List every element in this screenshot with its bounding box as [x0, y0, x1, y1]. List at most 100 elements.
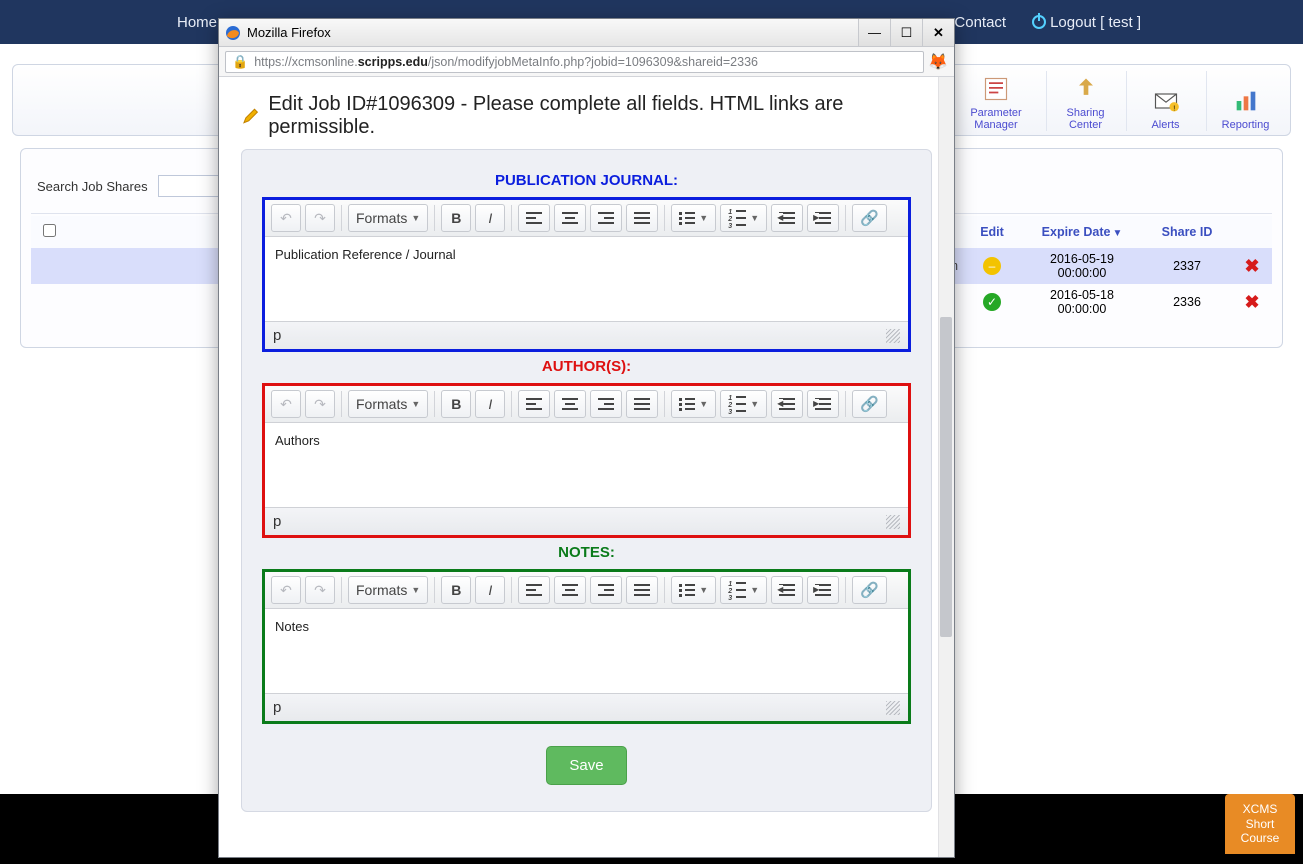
editor-status-path[interactable]: p: [273, 699, 281, 716]
delete-icon[interactable]: ✖: [1244, 292, 1259, 312]
ribbon-parameter-manager[interactable]: Parameter Manager: [948, 71, 1044, 131]
editor-notes: ↶ ↷ Formats▼ B I ▼ 123▼: [262, 569, 911, 724]
cell-expire: 2016-05-19 00:00:00: [1022, 248, 1142, 284]
italic-button[interactable]: I: [475, 204, 505, 232]
svg-text:!: !: [1173, 105, 1175, 112]
formats-dropdown[interactable]: Formats▼: [348, 204, 428, 232]
insert-link-button[interactable]: 🔗: [852, 576, 887, 604]
window-close-button[interactable]: ✕: [922, 19, 954, 46]
window-maximize-button[interactable]: ☐: [890, 19, 922, 46]
window-titlebar[interactable]: Mozilla Firefox — ☐ ✕: [219, 19, 954, 47]
search-label: Search Job Shares: [37, 179, 148, 194]
ribbon-alerts[interactable]: ! Alerts: [1126, 71, 1204, 131]
align-left-button[interactable]: [518, 576, 550, 604]
window-title: Mozilla Firefox: [247, 25, 331, 40]
delete-icon[interactable]: ✖: [1244, 256, 1259, 276]
italic-button[interactable]: I: [475, 576, 505, 604]
resize-grip-icon[interactable]: [886, 515, 900, 529]
editor-content[interactable]: Notes: [265, 609, 908, 693]
nav-logout[interactable]: Logout [ test ]: [1032, 13, 1141, 31]
indent-button[interactable]: [807, 576, 839, 604]
align-right-button[interactable]: [590, 204, 622, 232]
redo-button[interactable]: ↷: [305, 576, 335, 604]
align-justify-button[interactable]: [626, 204, 658, 232]
nav-contact[interactable]: Contact: [954, 14, 1006, 31]
editor-toolbar: ↶ ↷ Formats▼ B I ▼ 123▼: [265, 200, 908, 237]
undo-button[interactable]: ↶: [271, 204, 301, 232]
align-justify-button[interactable]: [626, 576, 658, 604]
outdent-button[interactable]: [771, 204, 803, 232]
resize-grip-icon[interactable]: [886, 701, 900, 715]
url-bar-row: 🔒 https://xcmsonline.scripps.edu/json/mo…: [219, 47, 954, 77]
reporting-icon: [1232, 87, 1260, 115]
ribbon-reporting[interactable]: Reporting: [1206, 71, 1284, 131]
insert-link-button[interactable]: 🔗: [852, 390, 887, 418]
scrollbar-thumb[interactable]: [940, 317, 952, 637]
ribbon-sharing-center[interactable]: Sharing Center: [1046, 71, 1124, 131]
sharing-center-icon: [1072, 75, 1100, 103]
editor-publication-journal: ↶ ↷ Formats▼ B I ▼ 123▼: [262, 197, 911, 352]
select-all-checkbox[interactable]: [43, 224, 56, 237]
nav-home[interactable]: Home: [177, 14, 217, 31]
parameter-manager-icon: [982, 75, 1010, 103]
save-button[interactable]: Save: [546, 746, 626, 785]
cell-shareid: 2337: [1142, 248, 1232, 284]
url-input[interactable]: 🔒 https://xcmsonline.scripps.edu/json/mo…: [225, 51, 924, 73]
number-list-button[interactable]: 123▼: [720, 390, 767, 418]
redo-button[interactable]: ↷: [305, 390, 335, 418]
xcms-course-tab[interactable]: XCMS Short Course: [1225, 794, 1295, 854]
number-list-button[interactable]: 123▼: [720, 576, 767, 604]
bold-button[interactable]: B: [441, 576, 471, 604]
italic-button[interactable]: I: [475, 390, 505, 418]
bullet-list-button[interactable]: ▼: [671, 390, 716, 418]
scrollbar[interactable]: [938, 77, 954, 857]
cell-expire: 2016-05-18 00:00:00: [1022, 284, 1142, 320]
undo-button[interactable]: ↶: [271, 390, 301, 418]
formats-dropdown[interactable]: Formats▼: [348, 390, 428, 418]
editor-content[interactable]: Publication Reference / Journal: [265, 237, 908, 321]
align-left-button[interactable]: [518, 204, 550, 232]
alerts-icon: !: [1152, 87, 1180, 115]
edit-pending-icon[interactable]: –: [983, 257, 1001, 275]
undo-button[interactable]: ↶: [271, 576, 301, 604]
formats-dropdown[interactable]: Formats▼: [348, 576, 428, 604]
col-shareid[interactable]: Share ID: [1142, 216, 1232, 248]
edit-form-card: PUBLICATION JOURNAL: ↶ ↷ Formats▼ B I: [241, 149, 932, 812]
bullet-list-button[interactable]: ▼: [671, 204, 716, 232]
indent-button[interactable]: [807, 204, 839, 232]
lock-icon: 🔒: [232, 54, 248, 70]
firefox-end-icon: 🦊: [928, 52, 948, 72]
resize-grip-icon[interactable]: [886, 329, 900, 343]
page-title: Edit Job ID#1096309 - Please complete al…: [268, 93, 932, 139]
edit-ok-icon[interactable]: ✓: [983, 293, 1001, 311]
align-center-button[interactable]: [554, 390, 586, 418]
window-minimize-button[interactable]: —: [858, 19, 890, 46]
label-notes: NOTES:: [262, 544, 911, 561]
col-expire[interactable]: Expire Date▼: [1022, 216, 1142, 248]
col-edit[interactable]: Edit: [962, 216, 1022, 248]
sort-desc-icon: ▼: [1112, 228, 1122, 239]
editor-authors: ↶ ↷ Formats▼ B I ▼ 123▼: [262, 383, 911, 538]
indent-button[interactable]: [807, 390, 839, 418]
power-icon: [1032, 15, 1046, 29]
label-authors: AUTHOR(S):: [262, 358, 911, 375]
align-right-button[interactable]: [590, 576, 622, 604]
align-right-button[interactable]: [590, 390, 622, 418]
editor-status-path[interactable]: p: [273, 513, 281, 530]
align-center-button[interactable]: [554, 204, 586, 232]
align-justify-button[interactable]: [626, 390, 658, 418]
editor-status-path[interactable]: p: [273, 327, 281, 344]
editor-toolbar: ↶ ↷ Formats▼ B I ▼ 123▼: [265, 572, 908, 609]
editor-content[interactable]: Authors: [265, 423, 908, 507]
bold-button[interactable]: B: [441, 204, 471, 232]
outdent-button[interactable]: [771, 390, 803, 418]
align-center-button[interactable]: [554, 576, 586, 604]
redo-button[interactable]: ↷: [305, 204, 335, 232]
pencil-icon: [241, 106, 260, 126]
align-left-button[interactable]: [518, 390, 550, 418]
number-list-button[interactable]: 123▼: [720, 204, 767, 232]
bold-button[interactable]: B: [441, 390, 471, 418]
outdent-button[interactable]: [771, 576, 803, 604]
bullet-list-button[interactable]: ▼: [671, 576, 716, 604]
insert-link-button[interactable]: 🔗: [852, 204, 887, 232]
